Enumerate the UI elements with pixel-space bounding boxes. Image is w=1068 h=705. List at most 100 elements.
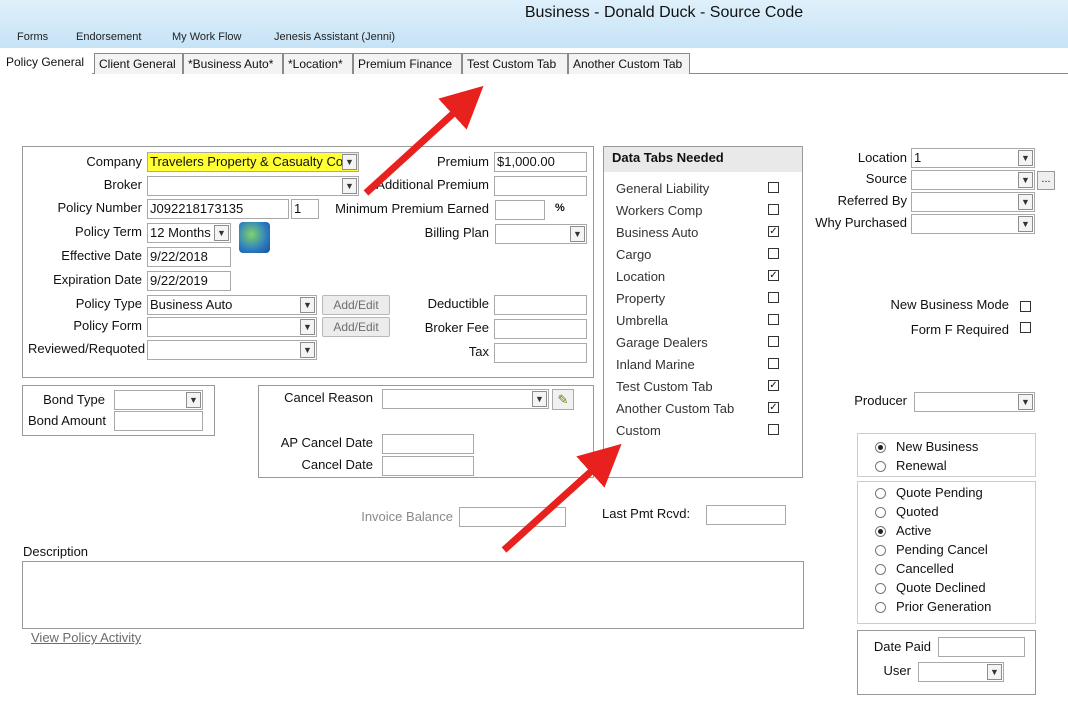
additional-premium-input[interactable] [494, 176, 587, 196]
location-select[interactable]: 1 ▼ [911, 148, 1035, 168]
chevron-down-icon[interactable]: ▼ [300, 319, 315, 335]
radio-button[interactable] [875, 583, 886, 594]
bond-amount-input[interactable] [114, 411, 203, 431]
menu-jenesis-assistant[interactable]: Jenesis Assistant (Jenni) [274, 31, 395, 43]
tax-input[interactable] [494, 343, 587, 363]
radio-button[interactable] [875, 526, 886, 537]
data-tab-label: Location [616, 269, 666, 284]
data-tab-checkbox[interactable] [768, 292, 779, 303]
tab-policy-general[interactable]: Policy General [0, 52, 92, 75]
data-tab-checkbox[interactable]: ✓ [768, 402, 779, 413]
source-label: Source [865, 171, 907, 186]
chevron-down-icon[interactable]: ▼ [1018, 150, 1033, 166]
tab-premium-finance[interactable]: Premium Finance [353, 53, 462, 74]
menu-endorsement[interactable]: Endorsement [76, 31, 141, 43]
policy-type-add-edit-button[interactable]: Add/Edit [322, 295, 390, 315]
menu-my-work-flow[interactable]: My Work Flow [172, 31, 241, 43]
menu-bar: Forms Endorsement My Work Flow Jenesis A… [0, 28, 1068, 48]
menu-forms[interactable]: Forms [17, 31, 48, 43]
radio-label[interactable]: Pending Cancel [896, 542, 988, 557]
radio-label[interactable]: Renewal [896, 458, 947, 473]
radio-label[interactable]: Quoted [896, 504, 939, 519]
description-textarea[interactable] [22, 561, 804, 629]
chevron-down-icon[interactable]: ▼ [300, 297, 315, 313]
data-tab-checkbox[interactable] [768, 314, 779, 325]
policy-suffix-input[interactable]: 1 [291, 199, 319, 219]
chevron-down-icon[interactable]: ▼ [186, 392, 201, 408]
radio-label[interactable]: Quote Pending [896, 485, 983, 500]
reviewed-select[interactable]: ▼ [147, 340, 317, 360]
view-policy-activity-link[interactable]: View Policy Activity [31, 630, 141, 645]
tab-business-auto[interactable]: *Business Auto* [183, 53, 283, 74]
chevron-down-icon[interactable]: ▼ [1018, 394, 1033, 410]
radio-button[interactable] [875, 564, 886, 575]
company-select[interactable]: Travelers Property & Casualty Co ▼ [147, 152, 359, 172]
form-f-checkbox[interactable] [1020, 322, 1031, 333]
pencil-icon[interactable]: ✎ [552, 389, 574, 410]
radio-button[interactable] [875, 602, 886, 613]
premium-input[interactable]: $1,000.00 [494, 152, 587, 172]
tab-test-custom[interactable]: Test Custom Tab [462, 53, 568, 74]
radio-button[interactable] [875, 461, 886, 472]
radio-button[interactable] [875, 545, 886, 556]
data-tab-checkbox[interactable] [768, 204, 779, 215]
radio-label[interactable]: Quote Declined [896, 580, 986, 595]
deductible-input[interactable] [494, 295, 587, 315]
producer-select[interactable]: ▼ [914, 392, 1035, 412]
globe-computer-icon[interactable] [239, 222, 270, 253]
radio-label[interactable]: Cancelled [896, 561, 954, 576]
billing-plan-select[interactable]: ▼ [495, 224, 587, 244]
policy-form-select[interactable]: ▼ [147, 317, 317, 337]
radio-button[interactable] [875, 442, 886, 453]
expiration-date-input[interactable]: 9/22/2019 [147, 271, 231, 291]
radio-label[interactable]: New Business [896, 439, 978, 454]
new-business-mode-checkbox[interactable] [1020, 301, 1031, 312]
radio-label[interactable]: Active [896, 523, 931, 538]
broker-fee-input[interactable] [494, 319, 587, 339]
chevron-down-icon[interactable]: ▼ [532, 391, 547, 407]
data-tab-checkbox[interactable]: ✓ [768, 380, 779, 391]
ap-cancel-date-input[interactable] [382, 434, 474, 454]
data-tab-checkbox[interactable] [768, 424, 779, 435]
user-select[interactable]: ▼ [918, 662, 1004, 682]
invoice-balance-input[interactable] [459, 507, 566, 527]
data-tab-checkbox[interactable] [768, 336, 779, 347]
chevron-down-icon[interactable]: ▼ [214, 225, 229, 241]
radio-button[interactable] [875, 507, 886, 518]
tab-location[interactable]: *Location* [283, 53, 353, 74]
why-purchased-select[interactable]: ▼ [911, 214, 1035, 234]
chevron-down-icon[interactable]: ▼ [300, 342, 315, 358]
cancel-reason-select[interactable]: ▼ [382, 389, 549, 409]
tab-client-general[interactable]: Client General [94, 53, 183, 74]
chevron-down-icon[interactable]: ▼ [987, 664, 1002, 680]
chevron-down-icon[interactable]: ▼ [342, 154, 357, 170]
policy-number-input[interactable]: J092218173135 [147, 199, 289, 219]
policy-type-select[interactable]: Business Auto ▼ [147, 295, 317, 315]
date-paid-input[interactable] [938, 637, 1025, 657]
effective-date-input[interactable]: 9/22/2018 [147, 247, 231, 267]
data-tab-checkbox[interactable] [768, 248, 779, 259]
data-tab-checkbox[interactable]: ✓ [768, 226, 779, 237]
broker-select[interactable]: ▼ [147, 176, 359, 196]
source-browse-button[interactable]: ... [1037, 171, 1055, 190]
radio-button[interactable] [875, 488, 886, 499]
policy-form-add-edit-button[interactable]: Add/Edit [322, 317, 390, 337]
chevron-down-icon[interactable]: ▼ [342, 178, 357, 194]
chevron-down-icon[interactable]: ▼ [570, 226, 585, 242]
radio-label[interactable]: Prior Generation [896, 599, 991, 614]
data-tab-checkbox[interactable] [768, 182, 779, 193]
data-tab-checkbox[interactable]: ✓ [768, 270, 779, 281]
bond-type-select[interactable]: ▼ [114, 390, 203, 410]
min-premium-input[interactable] [495, 200, 545, 220]
source-select[interactable]: ▼ [911, 170, 1035, 190]
referred-by-select[interactable]: ▼ [911, 192, 1035, 212]
chevron-down-icon[interactable]: ▼ [1018, 172, 1033, 188]
tab-another-custom[interactable]: Another Custom Tab [568, 53, 690, 74]
chevron-down-icon[interactable]: ▼ [1018, 216, 1033, 232]
policy-term-select[interactable]: 12 Months ▼ [147, 223, 231, 243]
last-payment-input[interactable] [706, 505, 786, 525]
cancel-date-input[interactable] [382, 456, 474, 476]
chevron-down-icon[interactable]: ▼ [1018, 194, 1033, 210]
data-tab-checkbox[interactable] [768, 358, 779, 369]
policy-form-label: Policy Form [73, 318, 142, 333]
